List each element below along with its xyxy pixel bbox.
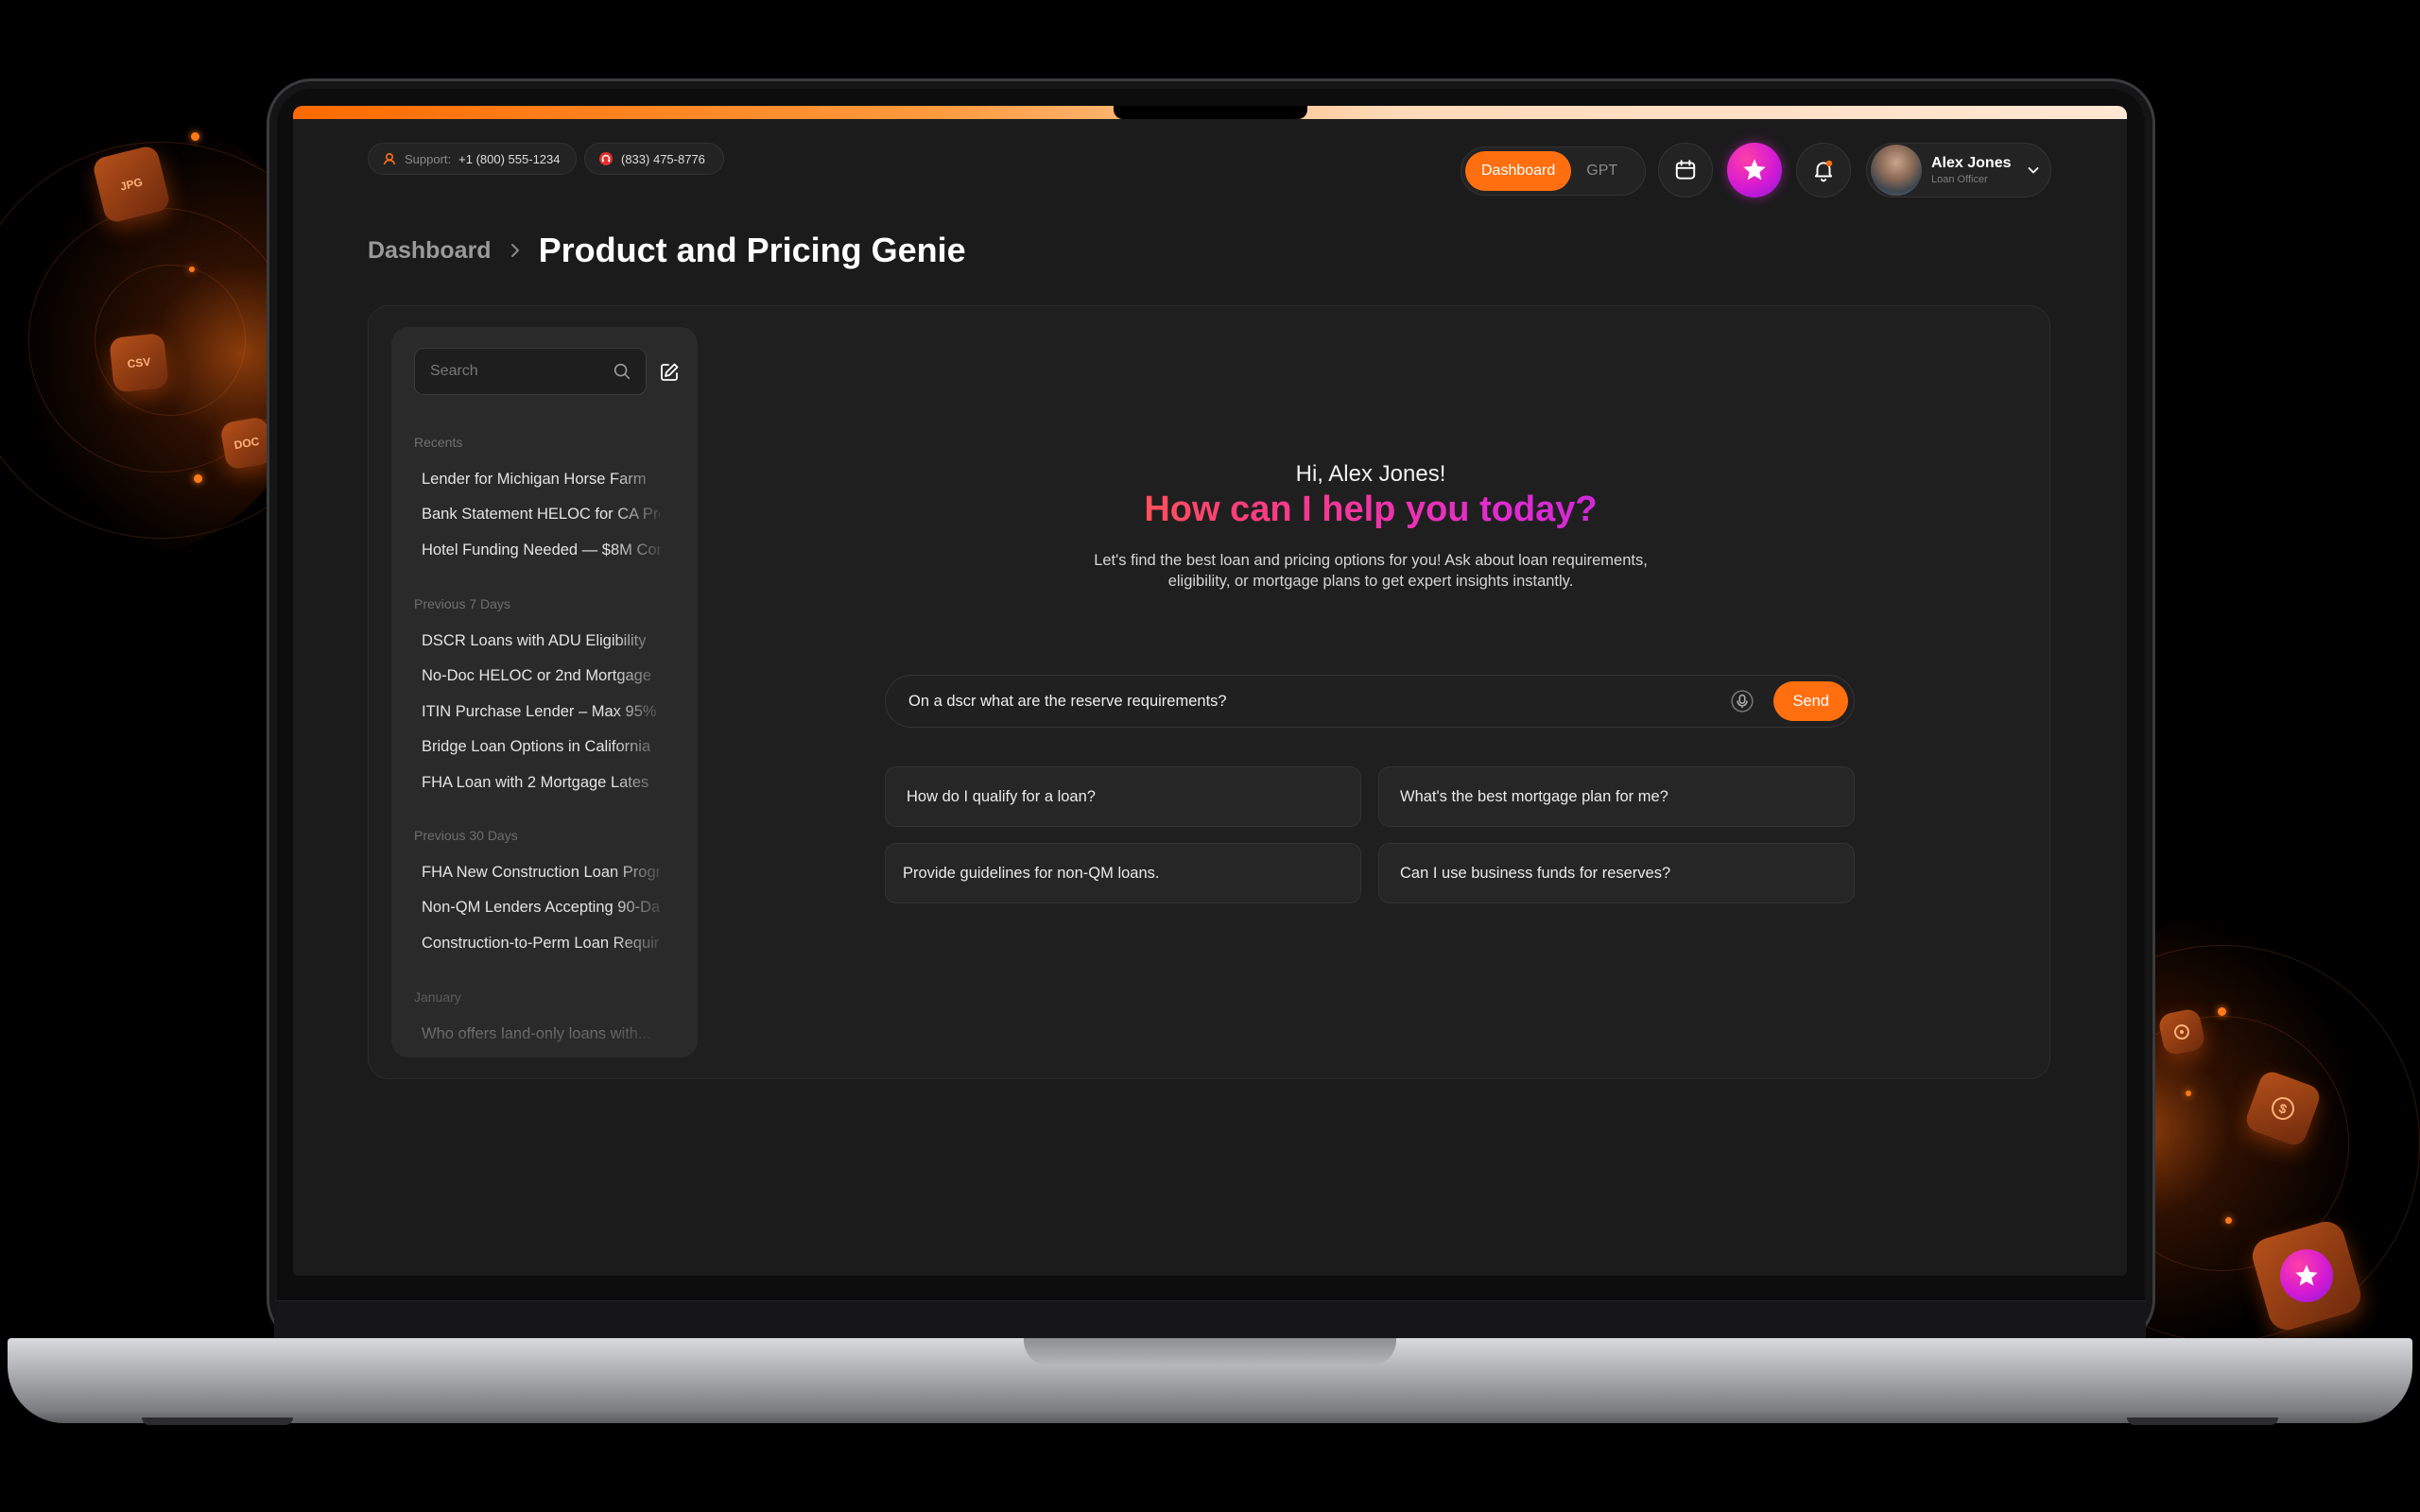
laptop-foot (142, 1418, 293, 1425)
breadcrumb-dashboard[interactable]: Dashboard (368, 237, 492, 265)
group-label-january: January (414, 989, 461, 1005)
notifications-button[interactable] (1796, 143, 1851, 198)
alt-phone: (833) 475-8776 (621, 151, 705, 166)
svg-text:$: $ (2277, 1100, 2290, 1117)
search-box (414, 348, 647, 395)
suggestion-card[interactable]: Provide guidelines for non-QM loans. (885, 843, 1361, 903)
chat-history-item[interactable]: Hotel Funding Needed — $8M Construction (422, 541, 660, 559)
laptop-hinge (274, 1300, 2146, 1338)
chat-history-item[interactable]: ITIN Purchase Lender – Max 95% (422, 703, 660, 721)
star-icon (1743, 159, 1766, 180)
page-title: Product and Pricing Genie (538, 231, 966, 269)
subtitle: Let's find the best loan and pricing opt… (1094, 552, 1648, 590)
user-name: Alex Jones (1931, 155, 2012, 171)
support-agent-icon (382, 151, 397, 166)
chat-history-item[interactable]: No-Doc HELOC or 2nd Mortgage (422, 667, 660, 685)
dollar-coin-icon: $ (2242, 1068, 2324, 1149)
phone-pill[interactable]: (833) 475-8776 (584, 143, 724, 175)
send-button[interactable]: Send (1773, 681, 1848, 721)
chat-history-sidebar: Recents Lender for Michigan Horse Farm B… (391, 327, 698, 1057)
calendar-button[interactable] (1658, 143, 1713, 198)
suggestion-card[interactable]: Can I use business funds for reserves? (1378, 843, 1855, 903)
mode-toggle: Dashboard GPT (1461, 146, 1646, 196)
calendar-icon (1675, 160, 1696, 180)
chevron-right-icon (510, 244, 520, 257)
laptop-foot (2127, 1418, 2278, 1425)
group-label-recents: Recents (414, 435, 463, 450)
user-role: Loan Officer (1931, 174, 1988, 185)
suggestion-card[interactable]: How do I qualify for a loan? (885, 766, 1361, 827)
glow-dot (2186, 1091, 2191, 1096)
microphone-button[interactable] (1728, 687, 1756, 715)
chat-history-item[interactable]: Bank Statement HELOC for CA Property (422, 506, 660, 524)
microphone-icon (1731, 690, 1754, 713)
search-input[interactable] (430, 363, 591, 380)
prompt-bar: Send (885, 675, 1855, 728)
prompt-input[interactable] (908, 692, 1729, 711)
sidebar-fade (391, 972, 698, 1057)
bell-icon (1814, 160, 1833, 182)
tab-dashboard[interactable]: Dashboard (1465, 151, 1572, 191)
chat-history-item[interactable]: FHA New Construction Loan Program (422, 864, 660, 882)
glow-dot (191, 132, 199, 141)
glow-dot (189, 266, 195, 272)
chat-history-item[interactable]: Non-QM Lenders Accepting 90-Day Lates (422, 899, 660, 917)
jpg-file-icon: JPG (91, 144, 172, 225)
chat-history-item[interactable]: Lender for Michigan Horse Farm (422, 471, 660, 489)
support-label: Support: (405, 151, 452, 166)
headset-icon (598, 151, 614, 166)
tab-gpt[interactable]: GPT (1575, 163, 1629, 180)
ai-star-tile (2248, 1217, 2365, 1334)
ai-favorite-button[interactable] (1727, 143, 1782, 198)
support-pill[interactable]: Support: +1 (800) 555-1234 (368, 143, 577, 175)
chevron-down-icon (2028, 167, 2039, 174)
headline: How can I help you today? (945, 490, 1796, 530)
breadcrumb: Dashboard Product and Pricing Genie (368, 231, 966, 270)
camera-notch (1114, 106, 1307, 119)
glow-dot (194, 474, 202, 483)
glow-dot (2225, 1217, 2232, 1224)
laptop-opening-notch (1024, 1338, 1396, 1366)
greeting: Hi, Alex Jones! (1295, 461, 1446, 487)
chat-history-item[interactable]: Who offers land-only loans with... (422, 1025, 660, 1043)
chat-history-item[interactable]: Construction-to-Perm Loan Requirements (422, 935, 660, 953)
glow-dot (2218, 1007, 2226, 1016)
tag-icon-tile (2156, 1006, 2207, 1057)
group-label-previous-7-days: Previous 7 Days (414, 596, 510, 611)
chat-history-item[interactable]: Bridge Loan Options in California (422, 738, 660, 756)
csv-file-icon: CSV (109, 333, 169, 393)
support-phone: +1 (800) 555-1234 (458, 151, 561, 166)
avatar (1871, 145, 1922, 196)
search-icon[interactable] (612, 361, 632, 382)
suggestion-card[interactable]: What's the best mortgage plan for me? (1378, 766, 1855, 827)
new-chat-icon[interactable] (658, 361, 681, 384)
chat-history-item[interactable]: FHA Loan with 2 Mortgage Lates (422, 774, 660, 792)
chat-history-item[interactable]: DSCR Loans with ADU Eligibility (422, 632, 660, 650)
user-profile-menu[interactable]: Alex Jones Loan Officer (1866, 143, 2051, 198)
group-label-previous-30-days: Previous 30 Days (414, 828, 518, 843)
